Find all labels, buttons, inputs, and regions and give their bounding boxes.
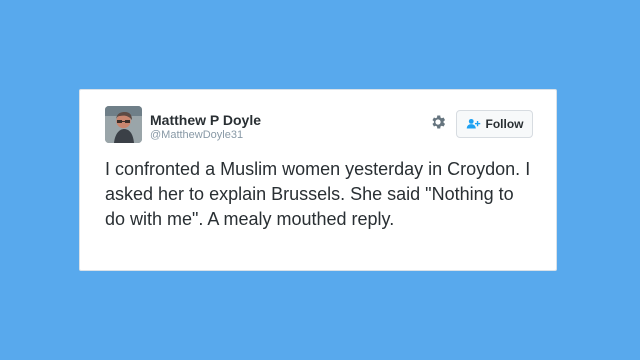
tweet-text: I confronted a Muslim women yesterday in… xyxy=(105,159,531,229)
author-name[interactable]: Matthew P Doyle xyxy=(150,112,261,128)
follow-label: Follow xyxy=(485,117,524,131)
avatar[interactable] xyxy=(105,106,142,143)
follow-button[interactable]: Follow xyxy=(456,110,533,138)
gear-icon[interactable] xyxy=(429,113,447,131)
add-user-icon xyxy=(466,118,481,130)
tweet-card: Matthew P Doyle @MatthewDoyle31 Follow I… xyxy=(79,89,557,271)
author-handle[interactable]: @MatthewDoyle31 xyxy=(150,129,243,142)
